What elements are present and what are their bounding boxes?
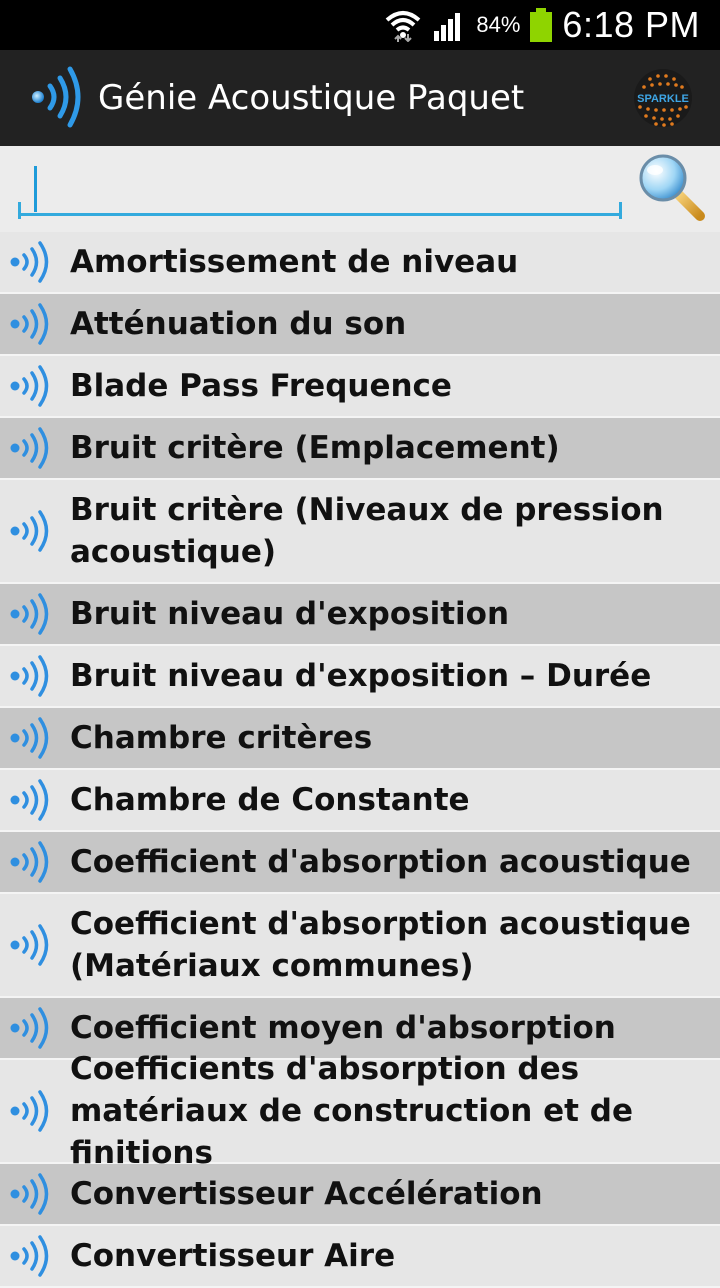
list-item-label: Chambre de Constante bbox=[70, 782, 470, 818]
text-cursor bbox=[34, 166, 37, 212]
list-item-label: Coefficient moyen d'absorption bbox=[70, 1010, 616, 1046]
list-item[interactable]: Atténuation du son bbox=[0, 294, 720, 356]
signal-icon bbox=[434, 13, 461, 41]
list-item-label: Coefficient d'absorption acoustique bbox=[70, 844, 691, 880]
sound-wave-icon bbox=[10, 593, 49, 635]
sound-wave-icon bbox=[10, 717, 49, 759]
sound-wave-icon bbox=[10, 1007, 49, 1049]
action-bar: Génie Acoustique Paquet SPARKLE bbox=[0, 50, 720, 146]
sound-wave-icon bbox=[10, 427, 49, 469]
list-item-label: Blade Pass Frequence bbox=[70, 368, 452, 404]
search-input-edge-left bbox=[18, 202, 21, 219]
sound-wave-icon bbox=[10, 241, 49, 283]
list-item-label: Atténuation du son bbox=[70, 306, 407, 342]
list-item[interactable]: Convertisseur Accélération bbox=[0, 1164, 720, 1226]
list-item[interactable]: Bruit critère (Emplacement) bbox=[0, 418, 720, 480]
sound-wave-icon bbox=[10, 1173, 49, 1215]
sound-wave-icon bbox=[10, 779, 49, 821]
search-row bbox=[0, 146, 720, 232]
app-title: Génie Acoustique Paquet bbox=[98, 78, 525, 118]
list-item-label: Bruit niveau d'exposition – Durée bbox=[70, 658, 652, 694]
search-icon[interactable] bbox=[636, 152, 708, 224]
list-item[interactable]: Chambre critères bbox=[0, 708, 720, 770]
status-time: 6:18 PM bbox=[562, 4, 700, 45]
brand-text: SPARKLE bbox=[637, 93, 689, 105]
sound-wave-icon bbox=[10, 1090, 49, 1132]
sound-wave-icon bbox=[10, 655, 49, 697]
list-item[interactable]: Chambre de Constante bbox=[0, 770, 720, 832]
topic-list: Amortissement de niveau Atténuation du s… bbox=[0, 232, 720, 1288]
list-item-label: Bruit niveau d'exposition bbox=[70, 596, 510, 632]
list-item[interactable]: Blade Pass Frequence bbox=[0, 356, 720, 418]
search-input[interactable] bbox=[18, 160, 622, 216]
list-item[interactable]: Bruit critère (Niveaux de pression acous… bbox=[0, 480, 720, 584]
sound-wave-icon bbox=[10, 303, 49, 345]
list-item-label: Convertisseur Aire bbox=[70, 1238, 396, 1274]
list-item[interactable]: Coefficient d'absorption acoustique bbox=[0, 832, 720, 894]
list-item[interactable]: Convertisseur Aire bbox=[0, 1226, 720, 1288]
list-item[interactable]: Coefficients d'absorption des matériaux … bbox=[0, 1051, 720, 1171]
battery-percent: 84% bbox=[476, 12, 521, 37]
list-item-label: Amortissement de niveau bbox=[70, 244, 519, 280]
list-item[interactable]: Amortissement de niveau bbox=[0, 232, 720, 294]
sound-wave-icon[interactable] bbox=[28, 64, 88, 130]
status-icons: 84% 6:18 PM bbox=[384, 0, 700, 50]
battery-icon bbox=[530, 8, 553, 42]
list-item[interactable]: Bruit niveau d'exposition bbox=[0, 584, 720, 646]
status-bar: 84% 6:18 PM bbox=[0, 0, 720, 50]
list-item-label: Coefficients d'absorption des matériaux … bbox=[70, 1051, 633, 1171]
list-item[interactable]: Bruit niveau d'exposition – Durée bbox=[0, 646, 720, 708]
sound-wave-icon bbox=[10, 365, 49, 407]
sparkle-globe-logo[interactable]: SPARKLE bbox=[630, 67, 696, 129]
list-item-label: Chambre critères bbox=[70, 720, 373, 756]
list-item-label: Coefficient d'absorption acoustique (Mat… bbox=[70, 906, 691, 984]
sound-wave-icon bbox=[10, 841, 49, 883]
list-item-label: Convertisseur Accélération bbox=[70, 1176, 543, 1212]
list-item-label: Bruit critère (Emplacement) bbox=[70, 430, 560, 466]
search-input-edge-right bbox=[619, 202, 622, 219]
sound-wave-icon bbox=[10, 1235, 49, 1277]
list-item[interactable]: Coefficient d'absorption acoustique (Mat… bbox=[0, 894, 720, 998]
list-item-label: Bruit critère (Niveaux de pression acous… bbox=[70, 492, 664, 570]
sound-wave-icon bbox=[10, 924, 49, 966]
sound-wave-icon bbox=[10, 510, 49, 552]
wifi-icon bbox=[386, 11, 421, 42]
